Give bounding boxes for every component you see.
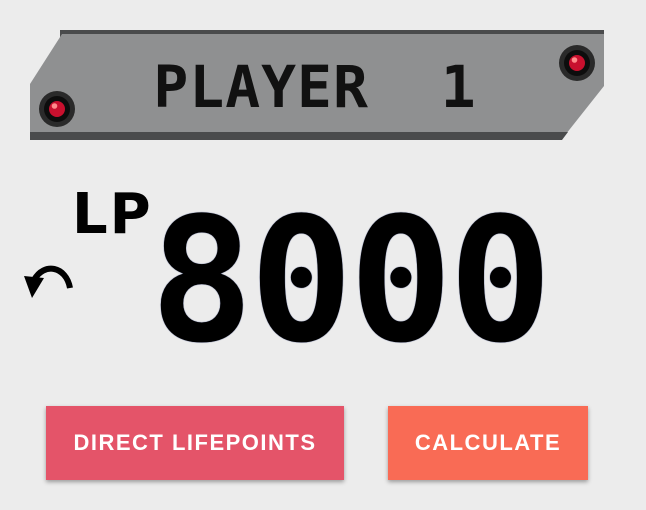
lifepoint-counter-screen: PLAYER 1 LP 8000 DIRECT LIFEPOINTS CALCU… <box>0 0 646 510</box>
player-banner: PLAYER 1 <box>0 0 646 160</box>
undo-arrow-icon[interactable] <box>22 258 74 302</box>
player-title: PLAYER 1 <box>153 53 477 121</box>
red-rivet-icon <box>39 91 75 127</box>
red-rivet-icon <box>559 45 595 81</box>
direct-lifepoints-button[interactable]: DIRECT LIFEPOINTS <box>46 406 344 480</box>
lp-label: LP <box>72 182 153 247</box>
calculate-button[interactable]: CALCULATE <box>388 406 588 480</box>
life-points-value: 8000 <box>150 180 552 381</box>
